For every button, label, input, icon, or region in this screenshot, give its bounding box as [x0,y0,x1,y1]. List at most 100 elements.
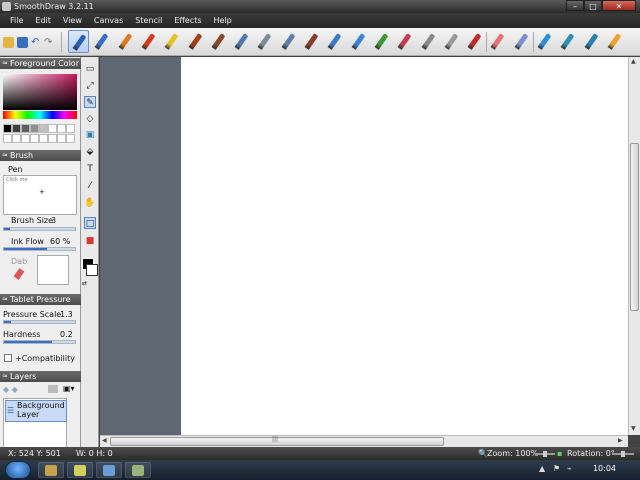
color-swatch[interactable] [39,124,48,133]
brush-preview[interactable]: Click me + [3,175,77,215]
spray-tool[interactable] [254,30,275,53]
color-swatch[interactable] [57,134,66,143]
color-swatch[interactable] [39,134,48,143]
syringe-tool[interactable] [278,30,299,53]
open-icon[interactable] [3,37,14,48]
vertical-scroll-thumb[interactable] [630,143,639,311]
close-button[interactable]: ✕ [602,0,636,11]
picture-icon[interactable]: ▣ [84,129,96,141]
zoom-slider[interactable] [535,451,555,457]
color-swatch[interactable] [30,134,39,143]
pressure-scale-slider[interactable] [3,320,76,324]
redo-icon[interactable]: ↷ [44,37,55,48]
foreground-color-header[interactable]: Foreground Color [0,58,81,69]
eraser-icon[interactable]: ◇ [84,113,96,125]
rotation-slider[interactable] [612,451,634,457]
crayon-tool[interactable] [115,30,136,53]
jigsaw-tool[interactable] [394,30,415,53]
text-icon[interactable]: T [84,163,96,175]
move-icon[interactable]: ⤢ [84,80,96,92]
red-frame-icon[interactable]: ■ [84,235,96,247]
tablet-pressure-header[interactable]: Tablet Pressure [0,294,81,305]
brush-header[interactable]: Brush [0,150,81,161]
rect-frame-icon[interactable]: □ [84,217,96,229]
fill-tool[interactable] [557,30,578,53]
scroll-left-icon[interactable]: ◀ [102,437,107,444]
menu-edit[interactable]: Edit [29,13,57,28]
color-swatch[interactable] [66,134,75,143]
layers-header[interactable]: Layers [0,371,81,382]
hue-slider[interactable] [3,111,77,119]
flag-icon[interactable]: ⚑ [553,464,560,473]
start-button[interactable] [5,461,31,479]
ink-brush-tool[interactable] [301,30,322,53]
blur-tool[interactable] [348,30,369,53]
background-swatch[interactable] [86,264,98,276]
color-swatch[interactable] [48,124,57,133]
blend-tool[interactable] [581,30,602,53]
layer-item[interactable]: ☰ Background Layer [5,400,67,422]
dab-preview[interactable] [37,255,69,285]
taskbar-app-icon[interactable] [125,462,151,478]
pencil-tool[interactable] [91,30,112,53]
hand-icon[interactable]: ✋ [84,197,96,209]
menu-stencil[interactable]: Stencil [129,13,168,28]
stamp-tool[interactable] [464,30,485,53]
brush-tool[interactable] [185,30,206,53]
hatch-tool[interactable] [441,30,462,53]
scroll-down-icon[interactable]: ▼ [631,425,636,432]
smudge-tool[interactable] [604,30,625,53]
undo-icon[interactable]: ↶ [31,37,42,48]
menu-help[interactable]: Help [208,13,238,28]
taskbar-app-icon[interactable] [67,462,93,478]
menu-view[interactable]: View [57,13,88,28]
swap-colors-icon[interactable]: ⇄ [82,280,87,287]
maximize-button[interactable]: □ [584,0,602,11]
texture-tool[interactable] [418,30,439,53]
color-swatch[interactable] [30,124,39,133]
select-rect-icon[interactable]: ▭ [84,63,96,75]
color-swatch[interactable] [21,124,30,133]
menu-effects[interactable]: Effects [168,13,207,28]
layer-add-icon[interactable]: ▣▾ [63,384,75,393]
water-drop-tool[interactable] [534,30,555,53]
tray-arrow-icon[interactable]: ▲ [539,464,545,473]
layer-move-icon[interactable]: ◆ ◆ [3,385,18,394]
ink-flow-slider[interactable] [3,247,76,251]
eyedropper-icon[interactable]: ⁄ [84,180,96,192]
color-swatch[interactable] [57,124,66,133]
color-swatch[interactable] [48,134,57,143]
vertical-scrollbar[interactable]: ▲ ▼ [628,57,640,435]
layer-delete-icon[interactable] [48,385,58,393]
save-icon[interactable] [17,37,28,48]
menu-file[interactable]: File [4,13,29,28]
clock[interactable]: 10:04 [593,464,616,473]
taskbar-app-icon[interactable] [38,462,64,478]
fill-bucket-icon[interactable]: ⬙ [84,146,96,158]
color-swatch[interactable] [3,134,12,143]
eraser-tool[interactable] [487,30,508,53]
menu-canvas[interactable]: Canvas [88,13,129,28]
highlighter-tool[interactable] [161,30,182,53]
scroll-up-icon[interactable]: ▲ [631,58,636,65]
water-brush-tool[interactable] [324,30,345,53]
color-swatch[interactable] [12,124,21,133]
color-gradient-picker[interactable] [3,74,77,110]
soft-eraser-tool[interactable] [511,30,532,53]
color-swatch[interactable] [3,124,12,133]
drawing-canvas[interactable] [181,57,629,435]
minimize-button[interactable]: – [566,0,584,11]
grass-tool[interactable] [371,30,392,53]
hardness-slider[interactable] [3,340,76,344]
color-swatch[interactable] [21,134,30,143]
compatibility-checkbox[interactable] [4,354,12,362]
pen-tool[interactable] [68,30,89,53]
marker-tool[interactable] [138,30,159,53]
paint-brush-tool[interactable] [208,30,229,53]
airbrush-tool[interactable] [231,30,252,53]
brush-icon[interactable]: ✎ [84,96,96,108]
brush-size-slider[interactable] [3,227,76,231]
horizontal-scrollbar[interactable]: ◀ ||| ▶ [100,435,628,447]
power-icon[interactable]: ⌁ [567,464,572,473]
taskbar-app-icon[interactable] [96,462,122,478]
